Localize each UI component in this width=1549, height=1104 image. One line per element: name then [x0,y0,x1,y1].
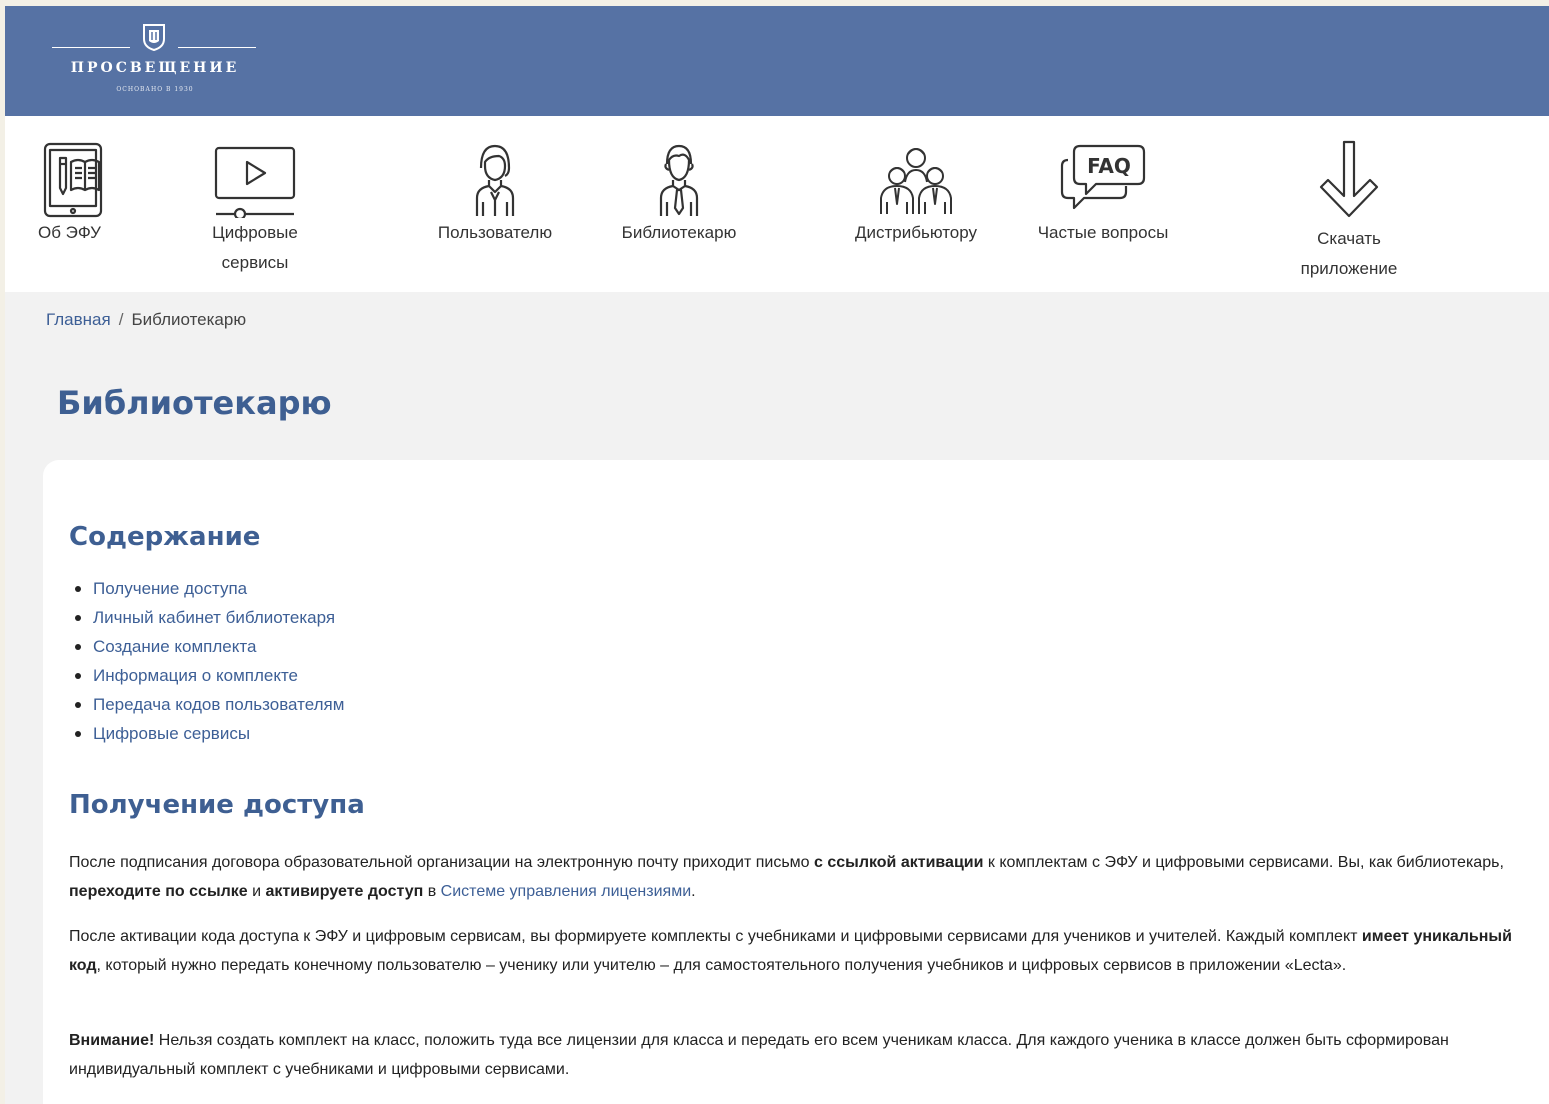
nav-label-distributor: Дистрибьютору [854,223,978,242]
toc-item: Создание комплекта [73,632,344,661]
faq-icon: FAQ [1060,144,1146,210]
nav-item-user[interactable]: Пользователю [425,138,565,248]
license-system-link[interactable]: Системе управления лицензиями [441,883,691,900]
p1-bold-1: с ссылкой активации [814,854,984,871]
page: ПРОСВЕЩЕНИЕ ОСНОВАНО В 1930 Об ЭФУ Цифро… [5,6,1549,1104]
p1-bold-2: переходите по ссылке [69,883,248,900]
user-female-icon [475,144,515,216]
emblem-icon [143,24,165,51]
breadcrumb-current: Библиотекарю [131,310,247,329]
paragraph-1: После подписания договора образовательно… [69,848,1539,906]
nav-label-librarian: Библиотекарю [621,223,737,242]
p1-text-3: и [247,883,266,900]
section-title-access: Получение доступа [69,790,365,820]
tablet-book-icon [43,142,103,218]
toc-link-transfer-codes[interactable]: Передача кодов пользователям [93,695,344,714]
toc-link-access[interactable]: Получение доступа [93,579,247,598]
logo-line-left [52,47,130,48]
toc-item: Получение доступа [73,574,344,603]
nav-item-librarian[interactable]: Библиотекарю [609,138,749,248]
toc-item: Цифровые сервисы [73,719,344,748]
logo-name: ПРОСВЕЩЕНИЕ [70,60,240,76]
nav-label-download-app: Скачать приложение [1300,229,1398,278]
toc-link-kit-info[interactable]: Информация о комплекте [93,666,298,685]
page-title: Библиотекарю [57,384,332,422]
p1-text-2: к комплектам с ЭФУ и цифровыми сервисами… [983,854,1504,871]
p1-text-5: . [691,883,696,900]
p1-text-1: После подписания договора образовательно… [69,854,815,871]
nav-item-about-efu[interactable]: Об ЭФУ [23,138,123,248]
p3-text-1: Нельзя создать комплект на класс, положи… [69,1032,1449,1078]
toc-link-cabinet[interactable]: Личный кабинет библиотекаря [93,608,335,627]
p1-text-4: в [423,883,441,900]
toc-title: Содержание [69,522,261,552]
group-icon [880,148,952,214]
main-nav: Об ЭФУ Цифровые сервисы Пользователю Биб… [5,116,1549,292]
paragraph-2: После активации кода доступа к ЭФУ и циф… [69,922,1539,980]
nav-label-about-efu: Об ЭФУ [38,223,101,242]
paragraph-3: Внимание! Нельзя создать комплект на кла… [69,1026,1539,1084]
nav-item-digital-services[interactable]: Цифровые сервисы [195,138,315,278]
nav-item-faq[interactable]: FAQ Частые вопросы [1023,138,1183,248]
toc-item: Передача кодов пользователям [73,690,344,719]
logo-since: ОСНОВАНО В 1930 [116,86,194,93]
toc-link-create-kit[interactable]: Создание комплекта [93,637,256,656]
nav-item-download-app[interactable]: Скачать приложение [1279,138,1419,284]
p2-text-1: После активации кода доступа к ЭФУ и циф… [69,928,1362,945]
breadcrumb-home-link[interactable]: Главная [46,310,111,329]
toc-link-digital-services[interactable]: Цифровые сервисы [93,724,250,743]
toc-list: Получение доступа Личный кабинет библиот… [73,574,344,748]
breadcrumb-separator: / [118,310,124,329]
user-male-icon [659,144,699,216]
download-arrow-icon [1319,140,1379,218]
nav-label-user: Пользователю [437,223,553,242]
nav-label-faq: Частые вопросы [1037,223,1169,242]
p2-text-2: , который нужно передать конечному польз… [96,957,1347,974]
logo-line-right [178,47,256,48]
nav-label-digital-services: Цифровые сервисы [212,223,298,272]
p3-bold-1: Внимание! [69,1032,155,1049]
breadcrumb: Главная / Библиотекарю [46,310,246,330]
video-player-icon [214,146,296,218]
toc-item: Личный кабинет библиотекаря [73,603,344,632]
header: ПРОСВЕЩЕНИЕ ОСНОВАНО В 1930 [5,6,1549,116]
p1-bold-3: активируете доступ [265,883,424,900]
logo[interactable]: ПРОСВЕЩЕНИЕ ОСНОВАНО В 1930 [52,18,258,102]
toc-item: Информация о комплекте [73,661,344,690]
svg-text:FAQ: FAQ [1087,154,1131,178]
nav-item-distributor[interactable]: Дистрибьютору [841,138,991,248]
content-card: Содержание Получение доступа Личный каби… [43,460,1549,1104]
